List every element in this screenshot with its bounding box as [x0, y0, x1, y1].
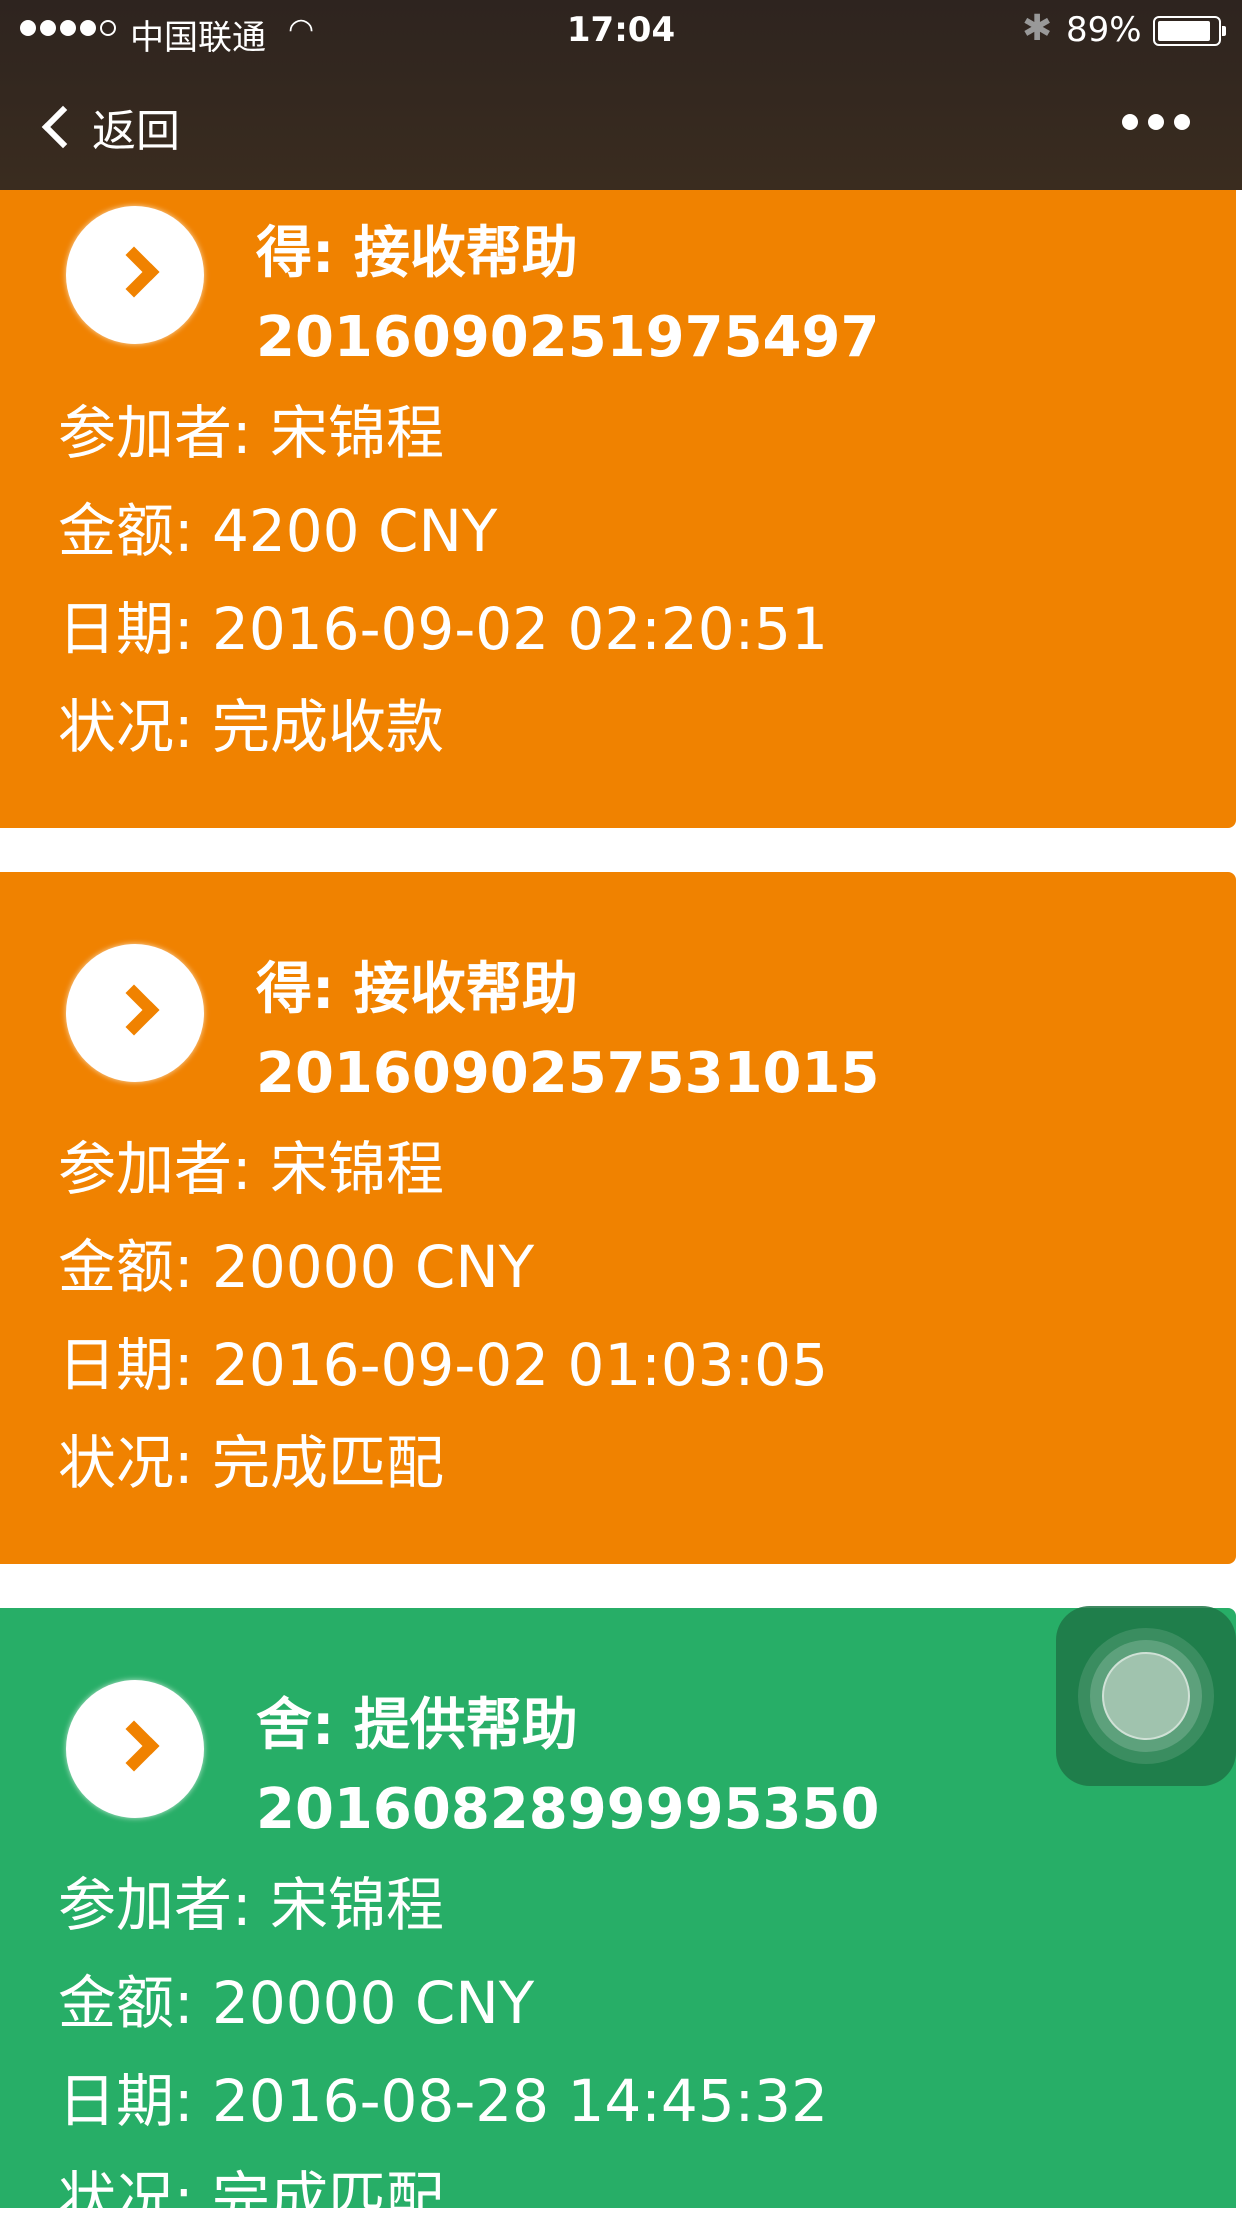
card-status: 状况: 完成匹配	[58, 2165, 444, 2233]
transaction-card[interactable]: 得: 接收帮助 2016090251975497 参加者: 宋锦程 金额: 42…	[0, 100, 1236, 828]
more-dot-icon	[1148, 114, 1164, 130]
card-id: 2016090257531015	[256, 1041, 880, 1106]
card-title: 得: 接收帮助	[256, 221, 578, 286]
arrow-circle-icon[interactable]	[66, 206, 204, 344]
top-bar: 中国联通 ◠ 17:04 ✱ 89% 返回	[0, 0, 1242, 190]
card-amount: 金额: 20000 CNY	[58, 1233, 535, 1301]
scrollbar-track	[1236, 190, 1242, 2208]
card-status: 状况: 完成收款	[58, 693, 444, 761]
battery-percent: 89%	[1066, 10, 1142, 50]
card-participant: 参加者: 宋锦程	[58, 1871, 444, 1939]
card-status: 状况: 完成匹配	[58, 1429, 444, 1497]
card-id: 2016090251975497	[256, 305, 880, 370]
card-id: 2016082899995350	[256, 1777, 880, 1842]
transaction-card[interactable]: 舍: 提供帮助 2016082899995350 参加者: 宋锦程 金额: 20…	[0, 1608, 1236, 2233]
arrow-circle-icon[interactable]	[66, 1680, 204, 1818]
card-title: 得: 接收帮助	[256, 957, 578, 1022]
assistive-touch-icon	[1102, 1652, 1190, 1740]
transaction-card[interactable]: 得: 接收帮助 2016090257531015 参加者: 宋锦程 金额: 20…	[0, 872, 1236, 1564]
card-date: 日期: 2016-09-02 02:20:51	[58, 595, 828, 663]
battery-icon	[1153, 16, 1221, 46]
status-time: 17:04	[566, 10, 676, 50]
card-date: 日期: 2016-08-28 14:45:32	[58, 2067, 828, 2135]
card-date: 日期: 2016-09-02 01:03:05	[58, 1331, 828, 1399]
card-title: 舍: 提供帮助	[256, 1693, 578, 1758]
card-amount: 金额: 4200 CNY	[58, 497, 498, 565]
status-bar: 中国联通 ◠ 17:04 ✱ 89%	[0, 0, 1242, 62]
more-options-button[interactable]	[1122, 114, 1190, 130]
card-participant: 参加者: 宋锦程	[58, 399, 444, 467]
back-label: 返回	[92, 106, 180, 157]
back-chevron-icon	[41, 105, 85, 149]
more-dot-icon	[1174, 114, 1190, 130]
more-dot-icon	[1122, 114, 1138, 130]
battery-cap	[1222, 26, 1226, 36]
card-amount: 金额: 20000 CNY	[58, 1969, 535, 2037]
arrow-circle-icon[interactable]	[66, 944, 204, 1082]
assistive-touch-button[interactable]	[1056, 1606, 1236, 1786]
back-button[interactable]: 返回	[38, 92, 180, 162]
card-participant: 参加者: 宋锦程	[58, 1135, 444, 1203]
bluetooth-icon: ✱	[1022, 8, 1053, 49]
